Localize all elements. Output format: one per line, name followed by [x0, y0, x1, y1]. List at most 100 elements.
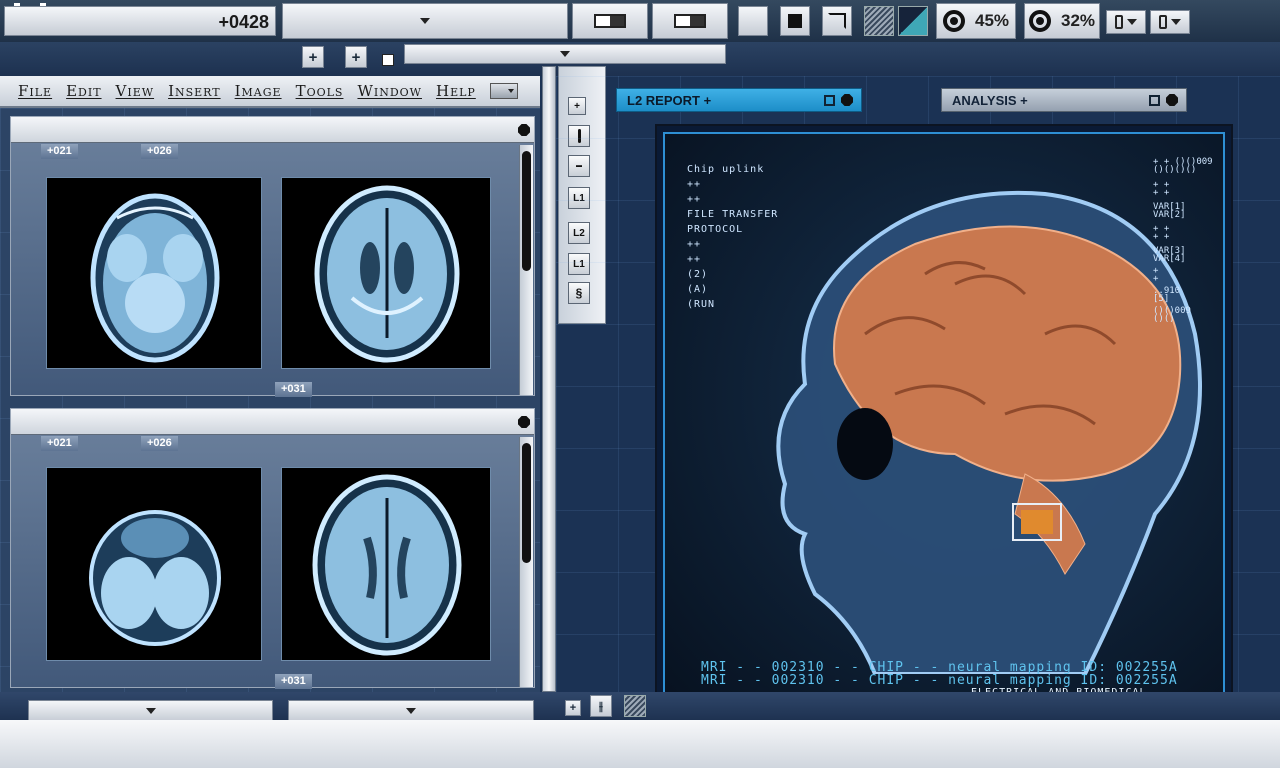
toggle-button-2[interactable] — [652, 3, 728, 39]
add-button-2[interactable]: + — [345, 46, 367, 68]
chevron-down-icon — [420, 18, 430, 24]
toggle-icon — [674, 14, 706, 28]
hatch-button[interactable] — [864, 6, 894, 36]
target-icon — [1028, 10, 1051, 32]
hud-line: FILE TRANSFER — [687, 209, 779, 220]
close-icon[interactable] — [1166, 94, 1178, 106]
scan-panel-top: +021 +026 +031 — [10, 116, 535, 397]
hud-line: PROTOCOL — [687, 224, 744, 235]
panel-tag: +021 — [41, 436, 78, 451]
scroll-thumb[interactable] — [522, 443, 531, 563]
hatch-button[interactable] — [624, 695, 646, 717]
hud-line: ()()()() — [1153, 165, 1197, 175]
close-icon[interactable] — [518, 416, 530, 428]
hud-line: Chip uplink — [687, 164, 765, 175]
head-scan-image[interactable] — [725, 154, 1225, 674]
menu-file[interactable]: File — [18, 82, 52, 100]
scan-panel-bottom: +021 +026 +031 — [10, 408, 535, 689]
zoom-level-2[interactable]: 32% — [1024, 3, 1100, 39]
mri-scan-image[interactable] — [281, 177, 491, 369]
mri-scan-image[interactable] — [281, 467, 491, 661]
menu-edit[interactable]: Edit — [66, 82, 101, 100]
secondary-dropdown[interactable] — [404, 44, 726, 64]
add-button-1[interactable]: + — [302, 46, 324, 68]
hud-right: + + ()()009 ()()()() + + + + VAR[1] VAR[… — [1153, 158, 1213, 324]
menu-view[interactable]: View — [116, 82, 155, 100]
tab-analysis[interactable]: ANALYSIS + — [941, 88, 1187, 112]
scrollbar[interactable] — [519, 437, 533, 687]
tab-label: L2 REPORT + — [627, 92, 712, 108]
hud-line: ()() — [1153, 314, 1175, 324]
menu-tools[interactable]: Tools — [296, 82, 344, 100]
scroll-thumb[interactable] — [522, 151, 531, 271]
menu-options-button[interactable] — [489, 83, 518, 99]
hud-line: + + — [1153, 188, 1170, 198]
scrollbar[interactable] — [519, 145, 533, 395]
hud-line: VAR[2] — [1153, 210, 1186, 220]
tab-label: ANALYSIS + — [952, 92, 1028, 108]
target-icon — [942, 10, 965, 32]
hud-line: ++ — [687, 179, 702, 190]
copy-icon[interactable] — [824, 94, 835, 106]
black-square-button[interactable] — [780, 6, 810, 36]
hud-line: + — [1153, 274, 1159, 284]
zoom-percent-2: 32% — [1060, 11, 1096, 30]
menu-insert[interactable]: Insert — [168, 82, 221, 100]
panel-header — [11, 117, 534, 143]
chevron-down-icon — [1127, 19, 1137, 25]
copy-icon[interactable] — [1149, 94, 1160, 106]
bottom-dropdown-1[interactable] — [28, 700, 273, 722]
frame-icon — [828, 13, 846, 29]
bottom-add-button[interactable]: + — [565, 700, 581, 716]
hud-line: + + — [1153, 232, 1170, 242]
top-dropdown[interactable] — [282, 3, 568, 39]
hud-line: VAR[4] — [1153, 254, 1186, 264]
frame-button[interactable] — [822, 6, 852, 36]
bottom-dropdown-2[interactable] — [288, 700, 534, 722]
panel-tag: +031 — [275, 382, 312, 397]
gradient-button[interactable] — [898, 6, 928, 36]
hud-line: ++ — [687, 239, 702, 250]
mixer-button[interactable]: ⫲ — [590, 695, 612, 717]
chevron-down-icon — [507, 89, 514, 93]
hud-line: ++ — [687, 254, 702, 265]
panel-header — [11, 409, 534, 435]
toggle-icon — [594, 14, 626, 28]
hud-line: [5] — [1153, 294, 1170, 304]
toggle-button-1[interactable] — [572, 3, 648, 39]
tab-l2-report[interactable]: L2 REPORT + — [616, 88, 862, 112]
menu-window[interactable]: Window — [357, 82, 422, 100]
option-dropdown-2[interactable] — [1150, 10, 1190, 34]
square-icon — [788, 14, 802, 28]
hud-line: (A) — [687, 284, 709, 295]
pane-splitter[interactable] — [542, 66, 556, 692]
close-icon[interactable] — [518, 124, 530, 136]
white-square-button[interactable] — [738, 6, 768, 36]
hud-line: + — [1153, 266, 1159, 276]
hud-left: Chip uplink ++ ++ FILE TRANSFER PROTOCOL… — [687, 162, 778, 312]
caption-line: MRI - - 002310 - - CHIP - - neural mappi… — [701, 673, 1178, 688]
chevron-down-icon — [406, 708, 416, 714]
zoom-percent-1: 45% — [974, 11, 1010, 30]
mri-scan-image[interactable] — [46, 467, 262, 661]
menu-bar: File Edit View Insert Image Tools Window… — [0, 76, 540, 108]
zoom-level-1[interactable]: 45% — [936, 3, 1016, 39]
chevron-down-icon — [1171, 19, 1181, 25]
menu-image[interactable]: Image — [235, 82, 282, 100]
mri-scan-image[interactable] — [46, 177, 262, 369]
close-icon[interactable] — [841, 94, 853, 106]
option-dropdown-1[interactable] — [1106, 10, 1146, 34]
checkbox[interactable] — [382, 54, 394, 66]
panel-tag: +026 — [141, 436, 178, 451]
option-icon — [1115, 15, 1123, 29]
hud-line: ++ — [687, 194, 702, 205]
panel-tag: +031 — [275, 674, 312, 689]
status-footer — [0, 720, 1280, 768]
menu-help[interactable]: Help — [436, 82, 476, 100]
report-monitor: Chip uplink ++ ++ FILE TRANSFER PROTOCOL… — [655, 124, 1233, 718]
hud-line: (RUN — [687, 299, 716, 310]
frame-counter: +0428 — [4, 6, 276, 36]
panel-tag: +021 — [41, 144, 78, 159]
option-icon — [1159, 15, 1167, 29]
chevron-down-icon — [145, 708, 156, 714]
